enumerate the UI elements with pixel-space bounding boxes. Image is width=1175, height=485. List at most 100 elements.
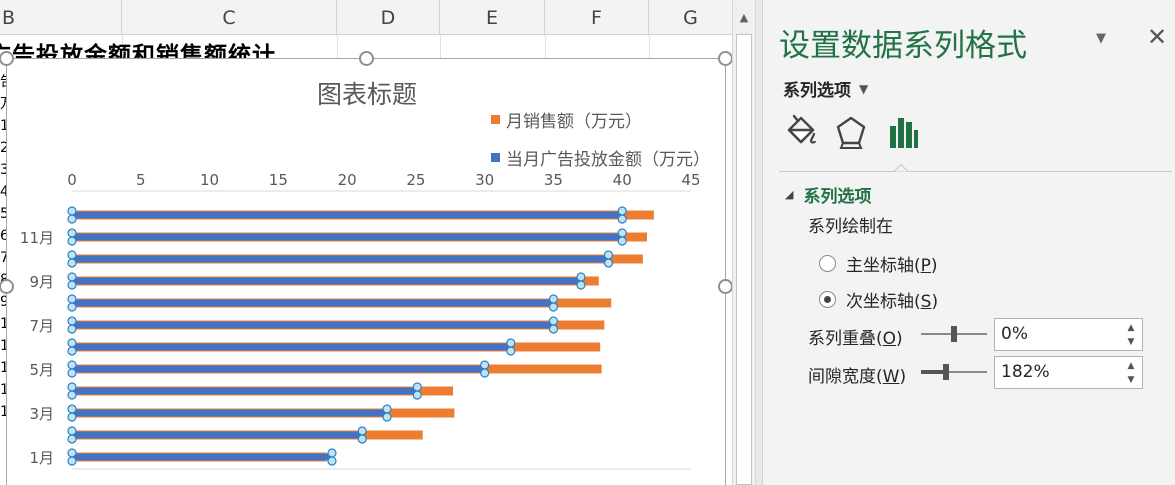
plot-area[interactable]: 0 5 10 15 20 25 30 35 40 45 1月 3月 5月 7月 9月 11月 xyxy=(7,59,727,485)
bar-selection-handle[interactable] xyxy=(327,456,337,466)
bar-ad-spend[interactable] xyxy=(72,365,485,373)
bar-selection-handle[interactable] xyxy=(67,360,77,370)
bar-selection-handle[interactable] xyxy=(67,250,77,260)
column-header-g[interactable]: G xyxy=(649,0,732,35)
chart-object[interactable]: 图表标题 月销售额（万元） 当月广告投放金额（万元） 0 5 10 15 20 25 30 3… xyxy=(6,58,726,485)
spin-up-icon[interactable]: ▲ xyxy=(1124,321,1138,334)
bar-selection-handle[interactable] xyxy=(506,338,516,348)
bar-selection-handle[interactable] xyxy=(576,272,586,282)
bar-selection-handle[interactable] xyxy=(617,206,627,216)
bar-selection-handle[interactable] xyxy=(67,426,77,436)
column-header-d[interactable]: D xyxy=(337,0,440,35)
bar-ad-spend[interactable] xyxy=(72,409,388,417)
bar-selection-handle[interactable] xyxy=(67,214,77,224)
bar-selection-handle[interactable] xyxy=(548,316,559,326)
gap-width-value[interactable]: 182% xyxy=(1001,362,1050,382)
radio-primary-axis[interactable]: 主坐标轴(P) xyxy=(819,251,938,276)
bar-selection-handle[interactable] xyxy=(576,280,586,290)
bar-selection-handle[interactable] xyxy=(506,346,516,356)
bar-selection-handle[interactable] xyxy=(617,228,627,238)
chart-resize-handle-top-right[interactable] xyxy=(718,51,732,66)
bar-selection-handle[interactable] xyxy=(382,412,392,422)
vertical-scrollbar[interactable]: ▲ xyxy=(732,0,756,485)
effects-pentagon-icon[interactable] xyxy=(831,112,871,154)
bar-selection-handle[interactable] xyxy=(67,448,77,458)
bar-selection-handle[interactable] xyxy=(357,426,367,436)
close-icon[interactable]: ✕ xyxy=(1143,22,1171,52)
bar-ad-spend[interactable] xyxy=(72,255,609,263)
scrollbar-thumb[interactable] xyxy=(736,34,752,485)
bar-selection-handle[interactable] xyxy=(67,346,77,356)
bar-selection-handle[interactable] xyxy=(67,206,77,216)
bar-selection-handle[interactable] xyxy=(67,338,77,348)
radio-secondary-button[interactable] xyxy=(819,291,836,308)
spin-up-icon[interactable]: ▲ xyxy=(1124,359,1138,372)
chart-resize-handle-top[interactable] xyxy=(359,51,374,66)
bar-ad-spend[interactable] xyxy=(72,453,332,461)
column-header-c[interactable]: C xyxy=(122,0,337,35)
series-overlap-slider[interactable] xyxy=(921,324,987,344)
bar-selection-handle[interactable] xyxy=(548,302,559,312)
radio-secondary-axis[interactable]: 次坐标轴(S) xyxy=(819,287,938,312)
bar-selection-handle[interactable] xyxy=(67,324,77,334)
bar-ad-spend[interactable] xyxy=(72,431,363,439)
bar-ad-spend[interactable] xyxy=(72,343,511,351)
bar-selection-handle[interactable] xyxy=(67,412,77,422)
scroll-up-arrow-icon[interactable]: ▲ xyxy=(733,4,755,30)
bar-selection-handle[interactable] xyxy=(603,258,614,268)
chart-resize-handle-right[interactable] xyxy=(718,279,732,294)
gap-width-spinner[interactable]: 182% ▲ ▼ xyxy=(994,356,1143,389)
radio-primary-button[interactable] xyxy=(819,255,836,272)
bar-selection-handle[interactable] xyxy=(67,316,77,326)
gap-width-slider[interactable] xyxy=(921,362,987,382)
bar-selection-handle[interactable] xyxy=(357,434,367,444)
bar-ad-spend[interactable] xyxy=(72,299,554,307)
chevron-down-icon[interactable]: ▼ xyxy=(1089,26,1113,50)
bar-selection-handle[interactable] xyxy=(67,456,77,466)
bar-ad-spend[interactable] xyxy=(72,233,623,241)
bar-selection-handle[interactable] xyxy=(412,390,422,400)
spreadsheet-area[interactable]: B C D E F G 广告投放金额和销售额统计 告万1234567891011… xyxy=(0,0,732,485)
bar-selection-handle[interactable] xyxy=(67,390,77,400)
bar-selection-handle[interactable] xyxy=(67,368,77,378)
column-header-e[interactable]: E xyxy=(440,0,545,35)
column-header-b[interactable]: B xyxy=(0,0,122,35)
bar-selection-handle[interactable] xyxy=(67,258,77,268)
bar-selection-handle[interactable] xyxy=(67,382,77,392)
bar-selection-handle[interactable] xyxy=(67,404,77,414)
column-header-f[interactable]: F xyxy=(545,0,649,35)
spin-down-icon[interactable]: ▼ xyxy=(1124,373,1138,386)
slider-fill xyxy=(921,370,943,374)
bar-selection-handle[interactable] xyxy=(617,236,627,246)
bar-selection-handle[interactable] xyxy=(382,404,392,414)
bar-selection-handle[interactable] xyxy=(480,368,490,378)
bar-selection-handle[interactable] xyxy=(67,294,77,304)
bar-selection-handle[interactable] xyxy=(67,236,77,246)
bar-ad-spend[interactable] xyxy=(72,321,554,329)
fill-line-icon[interactable] xyxy=(781,112,821,154)
series-overlap-spinner[interactable]: 0% ▲ ▼ xyxy=(994,318,1143,351)
slider-thumb[interactable] xyxy=(951,326,957,342)
bar-selection-handle[interactable] xyxy=(67,272,77,282)
bar-selection-handle[interactable] xyxy=(548,324,559,334)
series-options-bars-icon[interactable] xyxy=(883,112,923,154)
series-options-dropdown[interactable]: 系列选项 ▼ xyxy=(783,76,868,101)
tab-strip-divider xyxy=(779,171,1172,172)
section-series-options[interactable]: ◢ 系列选项 xyxy=(785,182,871,207)
bar-selection-handle[interactable] xyxy=(480,360,490,370)
bar-ad-spend[interactable] xyxy=(72,387,418,395)
bar-selection-handle[interactable] xyxy=(412,382,422,392)
bar-selection-handle[interactable] xyxy=(603,250,614,260)
slider-thumb[interactable] xyxy=(943,364,949,380)
bar-ad-spend[interactable] xyxy=(72,211,623,219)
bar-selection-handle[interactable] xyxy=(67,228,77,238)
bar-selection-handle[interactable] xyxy=(617,214,627,224)
bar-selection-handle[interactable] xyxy=(327,448,337,458)
bar-selection-handle[interactable] xyxy=(67,302,77,312)
bar-ad-spend[interactable] xyxy=(72,277,581,285)
bar-selection-handle[interactable] xyxy=(548,294,559,304)
series-overlap-value[interactable]: 0% xyxy=(1001,324,1028,344)
bar-selection-handle[interactable] xyxy=(67,280,77,290)
spin-down-icon[interactable]: ▼ xyxy=(1124,335,1138,348)
bar-selection-handle[interactable] xyxy=(67,434,77,444)
